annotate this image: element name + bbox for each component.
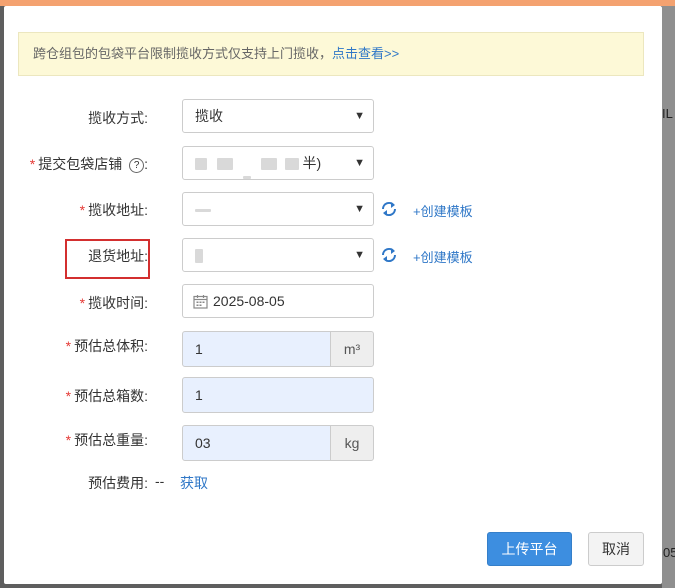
- cancel-button[interactable]: 取消: [588, 532, 644, 566]
- page-backdrop: [662, 6, 675, 588]
- help-icon[interactable]: ?: [129, 157, 145, 173]
- refresh-icon[interactable]: [380, 246, 398, 264]
- pickup-time-value: 2025-08-05: [213, 293, 285, 309]
- redacted-text: [195, 249, 203, 264]
- boxes-label: * 预估总箱数:: [65, 388, 148, 404]
- pickup-method-label: 揽收方式:: [88, 110, 148, 126]
- calendar-icon: [193, 294, 208, 309]
- weight-label: * 预估总重量:: [65, 432, 148, 448]
- notice-banner: 跨仓组包的包袋平台限制揽收方式仅支持上门揽收，点击查看>>: [18, 32, 644, 76]
- fetch-fee-link[interactable]: 获取: [180, 473, 208, 493]
- store-label: * 提交包袋店铺 ?:: [29, 156, 148, 173]
- boxes-input[interactable]: 1: [182, 377, 374, 413]
- refresh-icon[interactable]: [380, 200, 398, 218]
- redacted-text: [284, 158, 299, 171]
- fee-value: --: [155, 473, 165, 489]
- pickup-time-label: * 揽收时间:: [79, 295, 148, 311]
- create-bag-dialog: 跨仓组包的包袋平台限制揽收方式仅支持上门揽收，点击查看>> 揽收方式: 揽收 ▼…: [4, 6, 662, 584]
- pickup-address-label: * 揽收地址:: [79, 202, 148, 218]
- pickup-method-select[interactable]: 揽收 ▼: [182, 99, 374, 133]
- chevron-down-icon: ▼: [354, 249, 365, 261]
- store-select[interactable]: 半) ▼: [182, 146, 374, 180]
- volume-input[interactable]: 1: [182, 331, 332, 367]
- fee-label: 预估费用:: [88, 475, 148, 491]
- volume-label: * 预估总体积:: [65, 338, 148, 354]
- boxes-value: 1: [195, 387, 203, 403]
- redacted-text: [195, 158, 207, 171]
- redacted-text: [195, 208, 211, 212]
- weight-value: 03: [195, 435, 211, 451]
- chevron-down-icon: ▼: [354, 110, 365, 122]
- redacted-text: [260, 158, 277, 171]
- weight-unit: kg: [330, 425, 374, 461]
- submit-platform-button[interactable]: 上传平台: [487, 532, 572, 566]
- create-pickup-template-link[interactable]: +创建模板: [413, 201, 473, 220]
- store-value: 半): [302, 155, 322, 171]
- pickup-method-value: 揽收: [195, 108, 223, 124]
- notice-view-link[interactable]: 点击查看>>: [332, 46, 399, 61]
- pickup-address-select[interactable]: ▼: [182, 192, 374, 226]
- background-text: 05: [663, 545, 675, 560]
- pickup-time-input[interactable]: 2025-08-05: [182, 284, 374, 318]
- redacted-text: [216, 158, 233, 171]
- volume-value: 1: [195, 341, 203, 357]
- chevron-down-icon: ▼: [354, 157, 365, 169]
- redacted-text: [242, 176, 251, 179]
- create-return-template-link[interactable]: +创建模板: [413, 247, 473, 266]
- volume-unit: m³: [330, 331, 374, 367]
- background-text: IL: [662, 106, 673, 121]
- weight-input[interactable]: 03: [182, 425, 332, 461]
- highlight-box: [65, 239, 150, 279]
- notice-text: 跨仓组包的包袋平台限制揽收方式仅支持上门揽收，: [33, 46, 333, 61]
- chevron-down-icon: ▼: [354, 203, 365, 215]
- return-address-select[interactable]: ▼: [182, 238, 374, 272]
